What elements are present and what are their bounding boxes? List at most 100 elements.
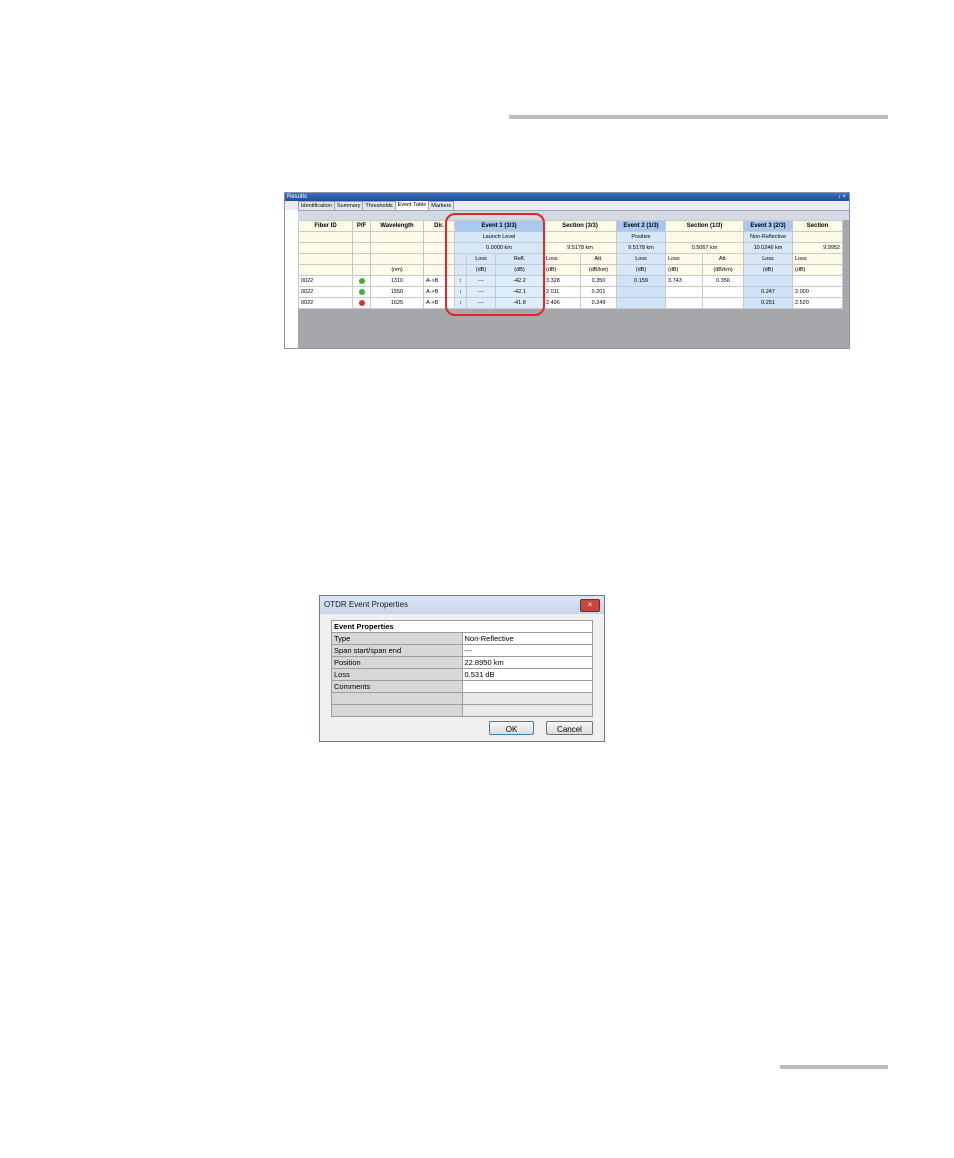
pin-close-icon[interactable]: ↓ × <box>838 193 846 201</box>
event2-position: 9.5178 km <box>616 242 666 254</box>
section3-loss-cell: 2.000 <box>792 286 843 298</box>
wavelength-cell: 1550 <box>370 286 424 298</box>
tab-event-table[interactable]: Event Table <box>394 200 430 210</box>
section2-loss-cell: 3.743 <box>665 275 703 287</box>
col-pf[interactable]: P/F <box>352 220 371 232</box>
pf-cell <box>352 275 371 287</box>
table-row[interactable]: 0022 1310 A->B ↕ --- -42.2 3.328 0.350 0.159 3.74… <box>298 275 843 287</box>
dialog-titlebar: OTDR Event Properties × <box>320 596 604 614</box>
property-row[interactable]: Type Non-Reflective <box>331 632 593 645</box>
property-row[interactable]: Position 22.8950 km <box>331 656 593 669</box>
property-row[interactable] <box>331 704 593 717</box>
pf-cell <box>352 297 371 309</box>
tab-markers[interactable]: Markers <box>428 201 455 210</box>
section3-loss-label: Loss <box>792 253 843 265</box>
col-section3[interactable]: Section <box>792 220 843 232</box>
section2-att-label: Att. <box>702 253 744 265</box>
section1-length: 9.5178 km <box>543 242 617 254</box>
results-tabs: Identification Summary Thresholds Event … <box>285 200 849 211</box>
property-key: Position <box>331 656 463 669</box>
results-window: Results ↓ × Identification Summary Thres… <box>284 192 850 349</box>
event3-type: Non-Reflective <box>743 231 793 243</box>
section1-loss-cell: 2.496 <box>543 297 581 309</box>
fiber-id-cell: 0022 <box>298 286 353 298</box>
property-value[interactable]: 0.531 dB <box>461 668 593 681</box>
results-titlebar: Results ↓ × <box>285 193 849 201</box>
event2-type: Positive <box>616 231 666 243</box>
col-event3[interactable]: Event 3 (2/3) <box>743 220 793 232</box>
event-properties-table: Event Properties Type Non-Reflective Span … <box>331 620 593 717</box>
wavelength-cell: 1310 <box>370 275 424 287</box>
section2-loss-label: Loss <box>665 253 703 265</box>
event3-loss-label: Loss <box>743 253 793 265</box>
property-row[interactable]: Span start/span end --- <box>331 644 593 657</box>
results-left-strip <box>285 210 298 348</box>
section3-length: 9.9952 <box>792 242 843 254</box>
section1-loss-unit: (dB) <box>543 264 581 276</box>
section3-loss-cell: 2.520 <box>792 297 843 309</box>
property-value[interactable] <box>461 692 593 705</box>
property-key: Comments <box>331 680 463 693</box>
pass-icon <box>358 277 365 284</box>
table-row[interactable]: 0022 1550 A->B ↕ --- -42.1 2.011 0.201 0.247 2.00… <box>298 286 843 298</box>
col-fiber-id[interactable]: Fiber ID <box>298 220 353 232</box>
results-title: Results <box>287 194 308 200</box>
col-section1[interactable]: Section (3/3) <box>543 220 617 232</box>
event2-loss-cell <box>616 286 666 298</box>
section3-loss-cell <box>792 275 843 287</box>
close-icon[interactable]: × <box>580 599 600 612</box>
fail-icon <box>358 299 365 306</box>
property-value[interactable]: --- <box>461 644 593 657</box>
tab-thresholds[interactable]: Thresholds <box>362 201 396 210</box>
section1-att-cell: 0.249 <box>580 297 617 309</box>
property-key <box>331 692 463 705</box>
col-wavelength[interactable]: Wavelength <box>370 220 424 232</box>
fiber-id-cell: 0022 <box>298 297 353 309</box>
section1-loss-label: Loss <box>543 253 581 265</box>
section2-att-cell: 0.356 <box>702 275 744 287</box>
wavelength-unit: (nm) <box>370 264 424 276</box>
event2-loss-label: Loss <box>616 253 666 265</box>
ok-button[interactable]: OK <box>489 721 534 735</box>
property-key: Type <box>331 632 463 645</box>
event2-loss-cell: 0.159 <box>616 275 666 287</box>
pass-icon <box>358 288 365 295</box>
section2-att-cell <box>702 286 744 298</box>
property-row[interactable]: Comments <box>331 680 593 693</box>
pf-cell <box>352 286 371 298</box>
property-value[interactable]: Non-Reflective <box>461 632 593 645</box>
section2-length: 0.5067 km <box>665 242 744 254</box>
tab-summary[interactable]: Summary <box>333 201 364 210</box>
properties-header: Event Properties <box>331 620 593 633</box>
property-value[interactable]: 22.8950 km <box>461 656 593 669</box>
otdr-event-properties-dialog: OTDR Event Properties × Event Properties… <box>319 595 605 742</box>
tab-identification[interactable]: Identification <box>298 201 335 210</box>
property-row[interactable]: Loss 0.531 dB <box>331 668 593 681</box>
wavelength-cell: 1625 <box>370 297 424 309</box>
event3-position: 10.0246 km <box>743 242 793 254</box>
property-value[interactable] <box>461 680 593 693</box>
section1-loss-cell: 2.011 <box>543 286 581 298</box>
cancel-button[interactable]: Cancel <box>546 721 593 735</box>
event2-loss-unit: (dB) <box>616 264 666 276</box>
section1-att-unit: (dB/km) <box>580 264 617 276</box>
header-rule <box>509 115 888 119</box>
section1-att-cell: 0.350 <box>580 275 617 287</box>
col-section2[interactable]: Section (1/3) <box>665 220 744 232</box>
section2-loss-cell <box>665 297 703 309</box>
section2-att-cell <box>702 297 744 309</box>
col-event2[interactable]: Event 2 (1/3) <box>616 220 666 232</box>
property-row[interactable] <box>331 692 593 705</box>
footer-rule <box>780 1065 888 1069</box>
section2-loss-cell <box>665 286 703 298</box>
event3-loss-unit: (dB) <box>743 264 793 276</box>
section1-att-label: Att. <box>580 253 617 265</box>
table-row[interactable]: 0022 1625 A->B ↕ --- -41.8 2.496 0.249 0.251 2.52… <box>298 297 843 309</box>
property-key: Loss <box>331 668 463 681</box>
property-value[interactable] <box>461 704 593 717</box>
dialog-title: OTDR Event Properties <box>324 600 409 609</box>
fiber-id-cell: 0022 <box>298 275 353 287</box>
section1-att-cell: 0.201 <box>580 286 617 298</box>
section2-loss-unit: (dB) <box>665 264 703 276</box>
event3-loss-cell <box>743 275 793 287</box>
